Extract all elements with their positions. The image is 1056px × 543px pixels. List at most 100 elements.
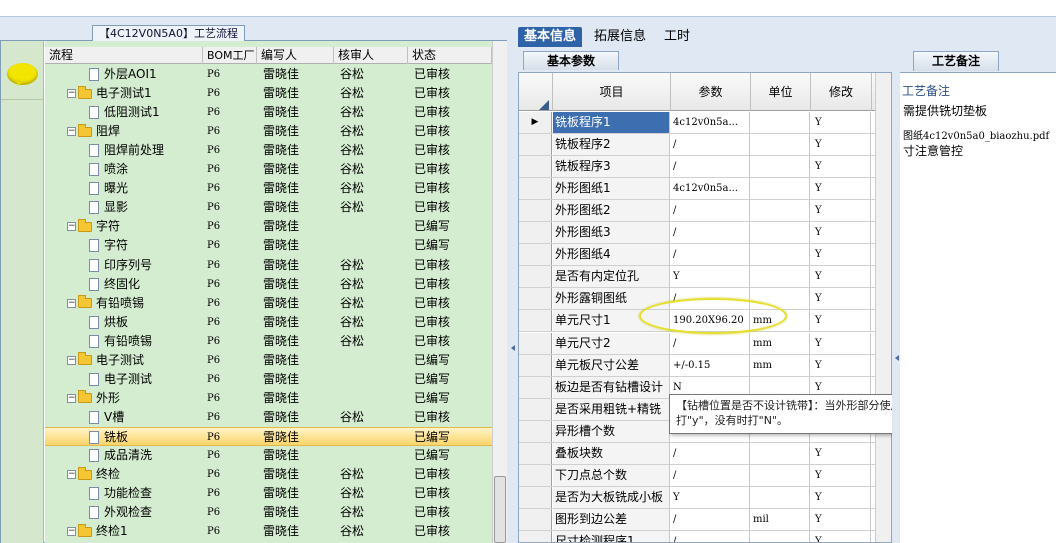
collapse-toggle-icon[interactable]: − (67, 393, 76, 403)
tree-leaf-row[interactable]: 铣板 P6 雷晓佳 已编写 (45, 426, 492, 446)
param-value-cell[interactable]: / (671, 244, 750, 266)
param-unit-cell[interactable] (751, 266, 810, 288)
right-splitter[interactable] (892, 17, 900, 543)
tree-leaf-row[interactable]: 外观检查 P6 雷晓佳 谷松 已审核 (45, 503, 492, 522)
col-header-modify[interactable]: 修改 (811, 73, 872, 111)
tab-extended-info[interactable]: 拓展信息 (588, 27, 652, 47)
param-value-cell[interactable]: / (671, 134, 750, 156)
col-header-item[interactable]: 项目 (553, 73, 671, 111)
tree-leaf-row[interactable]: 曝光 P6 雷晓佳 谷松 已审核 (45, 179, 492, 198)
tree-folder-row[interactable]: − 终检 P6 雷晓佳 谷松 已审核 (45, 465, 492, 484)
row-selector-cell[interactable] (519, 508, 552, 530)
tree-folder-row[interactable]: − 字符 P6 雷晓佳 已编写 (45, 217, 492, 236)
param-row[interactable]: 叠板块数 / Y (519, 442, 891, 465)
param-modify-cell[interactable]: Y (811, 288, 871, 310)
param-row[interactable]: 外形图纸2/ Y (519, 200, 891, 223)
param-modify-cell[interactable]: Y (811, 464, 871, 486)
param-modify-cell[interactable]: Y (811, 200, 871, 222)
param-row[interactable]: 是否有内定位孔 Y Y (519, 266, 891, 289)
collapse-toggle-icon[interactable]: − (67, 527, 76, 537)
chat-bubble-icon[interactable] (7, 63, 38, 85)
param-value-cell[interactable]: / (671, 156, 750, 178)
param-unit-cell[interactable] (751, 222, 810, 244)
param-row[interactable]: 是否为大板铣成小板 Y Y (519, 486, 891, 509)
col-header-unit[interactable]: 单位 (751, 73, 811, 111)
param-row[interactable]: 尺寸检测程序1/ Y (519, 530, 891, 542)
param-modify-cell[interactable]: Y (811, 266, 871, 288)
param-unit-cell[interactable] (751, 486, 810, 508)
col-header-param[interactable]: 参数 (671, 73, 751, 111)
param-modify-cell[interactable]: Y (811, 530, 871, 542)
param-modify-cell[interactable]: Y (811, 222, 871, 244)
param-row[interactable]: 外形图纸3/ Y (519, 222, 891, 245)
row-selector-cell[interactable] (519, 288, 552, 310)
col-header-status[interactable]: 状态 (408, 47, 492, 64)
param-modify-cell[interactable]: Y (811, 486, 871, 508)
param-row[interactable]: 外形图纸4/ Y (519, 244, 891, 267)
collapse-toggle-icon[interactable]: − (67, 470, 76, 480)
tree-leaf-row[interactable]: 电子测试 P6 雷晓佳 已编写 (45, 370, 492, 389)
col-header-writer[interactable]: 编写人 (257, 47, 334, 64)
row-selector-cell[interactable] (519, 200, 552, 222)
param-modify-cell[interactable]: Y (811, 178, 871, 200)
tree-leaf-row[interactable]: 喷涂 P6 雷晓佳 谷松 已审核 (45, 160, 492, 179)
tree-folder-row[interactable]: − 电子测试1 P6 雷晓佳 谷松 已审核 (45, 84, 492, 103)
param-row[interactable]: 外形图纸1 4c12v0n5a... Y (519, 178, 891, 201)
param-value-cell[interactable]: / (671, 332, 750, 354)
collapse-toggle-icon[interactable]: − (67, 298, 76, 308)
row-selector-cell[interactable]: ▶ (519, 112, 552, 133)
param-modify-cell[interactable]: Y (811, 442, 871, 464)
row-selector-cell[interactable] (519, 464, 552, 486)
tree-leaf-row[interactable]: 终固化 P6 雷晓佳 谷松 已审核 (45, 275, 492, 294)
param-modify-cell[interactable]: Y (811, 134, 871, 156)
param-unit-cell[interactable] (751, 134, 810, 156)
tree-leaf-row[interactable]: 低阻测试1 P6 雷晓佳 谷松 已审核 (45, 103, 492, 122)
param-unit-cell[interactable] (751, 530, 810, 542)
row-selector-cell[interactable] (519, 222, 552, 244)
param-unit-cell[interactable] (751, 112, 810, 133)
param-value-cell[interactable]: / (671, 530, 750, 542)
param-unit-cell[interactable]: mm (751, 332, 810, 354)
param-row[interactable]: 单元板尺寸公差 +/-0.15 mm Y (519, 354, 891, 377)
param-value-cell[interactable]: Y (671, 486, 750, 508)
tree-folder-row[interactable]: − 终检1 P6 雷晓佳 谷松 已审核 (45, 522, 492, 541)
row-selector-cell[interactable] (519, 420, 552, 442)
tree-scroll-thumb[interactable] (494, 476, 506, 543)
col-header-bom[interactable]: BOM工厂 (203, 47, 257, 64)
param-value-cell[interactable]: 4c12v0n5a... (671, 112, 750, 133)
row-selector-cell[interactable] (519, 332, 552, 354)
collapse-toggle-icon[interactable]: − (67, 89, 76, 99)
tree-leaf-row[interactable]: 印序列号 P6 雷晓佳 谷松 已审核 (45, 256, 492, 275)
tree-folder-row[interactable]: − 有铅喷锡 P6 雷晓佳 谷松 已审核 (45, 294, 492, 313)
tree-scrollbar[interactable] (492, 41, 507, 543)
collapse-left-icon[interactable] (508, 345, 515, 351)
param-value-cell[interactable]: / (671, 442, 750, 464)
collapse-toggle-icon[interactable]: − (67, 127, 76, 137)
param-value-cell[interactable]: / (671, 222, 750, 244)
row-selector-cell[interactable] (519, 178, 552, 200)
row-selector-cell[interactable] (519, 398, 552, 420)
left-splitter[interactable] (508, 17, 515, 543)
tab-basic-info[interactable]: 基本信息 (518, 27, 583, 47)
notes-tab[interactable]: 工艺备注 (913, 51, 999, 71)
param-modify-cell[interactable]: Y (811, 354, 871, 376)
tree-leaf-row[interactable]: 外层AOI1 P6 雷晓佳 谷松 已审核 (45, 65, 492, 84)
notes-text[interactable]: 需提供铣切垫板 图纸4c12v0n5a0_biaozhu.pdf 寸注意管控 (903, 104, 1056, 158)
tree-leaf-row[interactable]: 有铅喷锡 P6 雷晓佳 谷松 已审核 (45, 332, 492, 351)
tree-leaf-row[interactable]: 烘板 P6 雷晓佳 谷松 已审核 (45, 313, 492, 332)
param-modify-cell[interactable]: Y (811, 156, 871, 178)
param-value-cell[interactable]: +/-0.15 (671, 354, 750, 376)
col-header-reviewer[interactable]: 核审人 (334, 47, 408, 64)
row-selector-cell[interactable] (519, 530, 552, 542)
tree-leaf-row[interactable]: 显影 P6 雷晓佳 谷松 已审核 (45, 198, 492, 217)
collapse-toggle-icon[interactable]: − (67, 222, 76, 232)
row-selector-cell[interactable] (519, 376, 552, 398)
tree-folder-row[interactable]: − 外形 P6 雷晓佳 已编写 (45, 389, 492, 408)
collapse-toggle-icon[interactable]: − (67, 355, 76, 365)
row-selector-cell[interactable] (519, 486, 552, 508)
param-unit-cell[interactable] (751, 244, 810, 266)
row-selector-cell[interactable] (519, 134, 552, 156)
param-unit-cell[interactable] (751, 178, 810, 200)
tree-leaf-row[interactable]: 成品清洗 P6 雷晓佳 已编写 (45, 446, 492, 465)
param-unit-cell[interactable]: mm (751, 354, 810, 376)
